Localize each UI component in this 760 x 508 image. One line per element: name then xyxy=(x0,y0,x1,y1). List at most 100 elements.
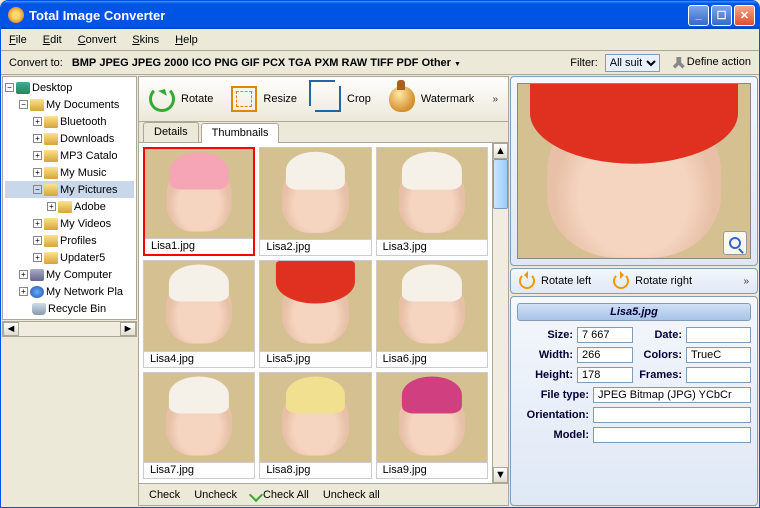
tree-node-my-videos[interactable]: +My Videos xyxy=(5,215,134,232)
format-jpeg[interactable]: JPEG xyxy=(99,57,128,69)
rotate-left-button[interactable]: Rotate left xyxy=(541,275,591,287)
define-action-button[interactable]: Define action xyxy=(673,56,751,68)
expand-icon[interactable]: + xyxy=(33,253,42,262)
thumbs-scrollbar[interactable]: ▲ ▼ xyxy=(492,143,508,483)
thumb-image xyxy=(377,148,487,239)
tree-node-downloads[interactable]: +Downloads xyxy=(5,130,134,147)
width-value: 266 xyxy=(577,347,633,363)
crop-button[interactable]: Crop xyxy=(315,86,371,112)
format-pcx[interactable]: PCX xyxy=(263,57,286,69)
net-icon xyxy=(30,286,44,298)
expand-icon[interactable]: + xyxy=(19,270,28,279)
folder-icon xyxy=(44,167,58,179)
date-value xyxy=(686,327,751,343)
thumbnail-Lisa6[interactable]: Lisa6.jpg xyxy=(376,260,488,367)
tree-node-mp3-catalo[interactable]: +MP3 Catalo xyxy=(5,147,134,164)
rotate-expand-button[interactable]: » xyxy=(743,276,749,287)
tree-node-my-pictures[interactable]: −My Pictures xyxy=(5,181,134,198)
uncheck-button[interactable]: Uncheck xyxy=(194,489,237,501)
folder-icon xyxy=(44,252,58,264)
tree-scrollbar[interactable]: ◄ ► xyxy=(2,321,137,337)
menu-help[interactable]: Help xyxy=(175,34,198,46)
menu-convert[interactable]: Convert xyxy=(78,34,117,46)
scroll-right-button[interactable]: ► xyxy=(120,322,136,336)
zoom-button[interactable] xyxy=(723,231,747,255)
check-all-button[interactable]: Check All xyxy=(251,489,309,501)
thumbnail-Lisa1[interactable]: Lisa1.jpg xyxy=(143,147,255,256)
minimize-button[interactable]: _ xyxy=(688,5,709,26)
filter-label: Filter: xyxy=(570,57,598,69)
folder-icon xyxy=(44,150,58,162)
check-button[interactable]: Check xyxy=(149,489,180,501)
tree-node-desktop[interactable]: −Desktop xyxy=(5,79,134,96)
folder-icon xyxy=(44,133,58,145)
tree-node-adobe[interactable]: +Adobe xyxy=(5,198,134,215)
rotate-button[interactable]: Rotate xyxy=(149,86,213,112)
format-raw[interactable]: RAW xyxy=(342,57,368,69)
rotate-panel: Rotate left Rotate right » xyxy=(510,268,758,294)
format-other[interactable]: Other ▼ xyxy=(422,57,461,69)
thumb-label: Lisa5.jpg xyxy=(260,351,370,367)
expand-icon[interactable]: + xyxy=(33,219,42,228)
menu-edit[interactable]: Edit xyxy=(43,34,62,46)
expand-icon[interactable]: − xyxy=(19,100,28,109)
tree-node-recycle-bin[interactable]: Recycle Bin xyxy=(5,300,134,317)
thumbnail-Lisa3[interactable]: Lisa3.jpg xyxy=(376,147,488,256)
thumbnail-Lisa7[interactable]: Lisa7.jpg xyxy=(143,372,255,479)
thumbnail-Lisa8[interactable]: Lisa8.jpg xyxy=(259,372,371,479)
resize-button[interactable]: Resize xyxy=(231,86,297,112)
scroll-left-button[interactable]: ◄ xyxy=(3,322,19,336)
app-icon xyxy=(8,7,24,23)
thumbnail-Lisa5[interactable]: Lisa5.jpg xyxy=(259,260,371,367)
thumbnail-Lisa4[interactable]: Lisa4.jpg xyxy=(143,260,255,367)
expand-icon[interactable]: + xyxy=(47,202,56,211)
rotate-left-icon xyxy=(519,273,535,289)
folder-icon xyxy=(44,116,58,128)
scroll-down-button[interactable]: ▼ xyxy=(493,467,508,483)
format-pdf[interactable]: PDF xyxy=(397,57,419,69)
tree-node-my-computer[interactable]: +My Computer xyxy=(5,266,134,283)
tree-node-bluetooth[interactable]: +Bluetooth xyxy=(5,113,134,130)
format-tga[interactable]: TGA xyxy=(288,57,311,69)
format-png[interactable]: PNG xyxy=(214,57,238,69)
format-tiff[interactable]: TIFF xyxy=(370,57,393,69)
thumbnail-Lisa2[interactable]: Lisa2.jpg xyxy=(259,147,371,256)
expand-icon[interactable]: + xyxy=(19,287,28,296)
tab-thumbnails[interactable]: Thumbnails xyxy=(201,123,280,143)
scroll-handle[interactable] xyxy=(493,159,508,209)
folder-tree[interactable]: −Desktop−My Documents+Bluetooth+Download… xyxy=(2,76,137,320)
scroll-track[interactable] xyxy=(19,322,120,336)
format-ico[interactable]: ICO xyxy=(192,57,212,69)
expand-icon[interactable]: + xyxy=(33,151,42,160)
expand-icon[interactable]: − xyxy=(33,185,42,194)
format-pxm[interactable]: PXM xyxy=(315,57,339,69)
maximize-button[interactable]: ☐ xyxy=(711,5,732,26)
filter-select[interactable]: All suit xyxy=(605,54,660,72)
tree-node-profiles[interactable]: +Profiles xyxy=(5,232,134,249)
expand-icon[interactable]: + xyxy=(33,134,42,143)
thumb-image xyxy=(144,261,254,350)
tab-details[interactable]: Details xyxy=(143,122,199,142)
tree-node-updater5[interactable]: +Updater5 xyxy=(5,249,134,266)
frames-value xyxy=(686,367,751,383)
expand-icon[interactable]: + xyxy=(33,168,42,177)
rotate-right-button[interactable]: Rotate right xyxy=(635,275,692,287)
tree-node-my-documents[interactable]: −My Documents xyxy=(5,96,134,113)
toolbar-expand-button[interactable]: » xyxy=(492,94,498,105)
format-gif[interactable]: GIF xyxy=(241,57,259,69)
tree-node-my-music[interactable]: +My Music xyxy=(5,164,134,181)
watermark-button[interactable]: Watermark xyxy=(389,86,474,112)
expand-icon[interactable]: − xyxy=(5,83,14,92)
scroll-up-button[interactable]: ▲ xyxy=(493,143,508,159)
uncheck-all-button[interactable]: Uncheck all xyxy=(323,489,380,501)
tree-node-my-network-pla[interactable]: +My Network Pla xyxy=(5,283,134,300)
expand-icon[interactable]: + xyxy=(33,236,42,245)
expand-icon[interactable]: + xyxy=(33,117,42,126)
format-jpeg2000[interactable]: JPEG 2000 xyxy=(132,57,189,69)
format-bmp[interactable]: BMP xyxy=(72,57,96,69)
close-button[interactable]: ✕ xyxy=(734,5,755,26)
menu-file[interactable]: File xyxy=(9,34,27,46)
menu-skins[interactable]: Skins xyxy=(132,34,159,46)
thumbnail-Lisa9[interactable]: Lisa9.jpg xyxy=(376,372,488,479)
thumb-label: Lisa1.jpg xyxy=(145,238,253,254)
